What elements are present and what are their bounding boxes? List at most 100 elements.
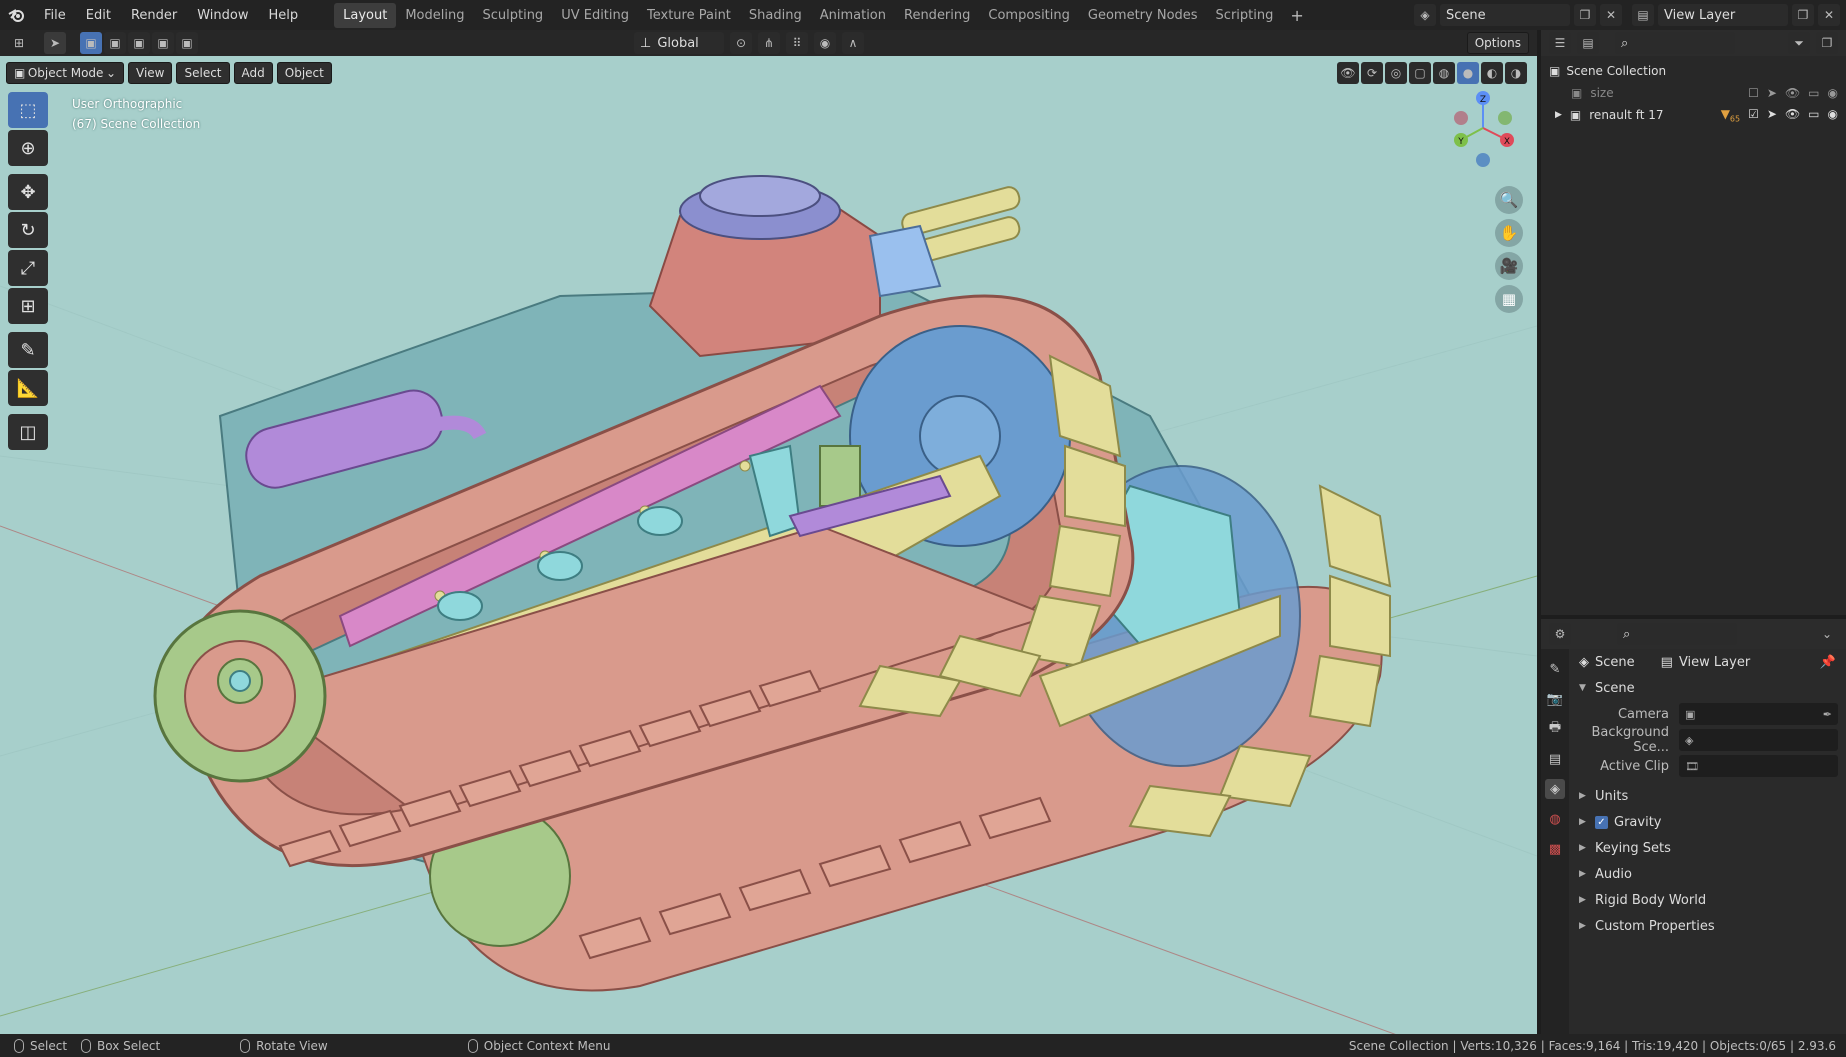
delete-view-layer-icon[interactable]: ✕ [1818,4,1840,26]
active-clip-field[interactable]: 🎞 [1679,755,1838,777]
editor-type-icon[interactable]: ⊞ [8,32,30,54]
blender-logo-icon[interactable] [0,0,34,30]
monitor-icon[interactable]: ▭ [1808,107,1819,123]
properties-search-input[interactable]: ⌕ [1617,623,1737,645]
proportional-edit-icon[interactable]: ◉ [814,32,836,54]
add-menu[interactable]: Add [233,62,273,84]
eye-icon[interactable]: 👁 [1785,107,1800,123]
delete-scene-icon[interactable]: ✕ [1600,4,1622,26]
new-collection-icon[interactable]: ❐ [1816,32,1838,54]
tab-geometry-nodes[interactable]: Geometry Nodes [1079,3,1207,28]
gravity-checkbox[interactable]: ✓ [1595,815,1608,829]
scene-tab-icon[interactable]: ◈ [1545,779,1565,799]
rotate-tool-icon[interactable]: ↻ [8,212,48,248]
outliner-row-size[interactable]: ▣ size ☐ ➤ 👁 ▭ ◉ [1541,82,1846,104]
texture-tab-icon[interactable]: ▩ [1545,839,1565,859]
camera-view-icon[interactable]: 🎥 [1495,252,1523,280]
selection-new-icon[interactable]: ▣ [80,32,102,54]
snap-icon[interactable]: ⋔ [758,32,780,54]
transform-tool-icon[interactable]: ⊞ [8,288,48,324]
camera-icon[interactable]: ◉ [1828,107,1838,123]
gizmo-toggle-icon[interactable]: ⟳ [1361,62,1383,84]
eye-icon[interactable]: 👁 [1785,86,1800,100]
tab-layout[interactable]: Layout [334,2,397,28]
tool-tab-icon[interactable]: ✎ [1545,659,1565,679]
measure-tool-icon[interactable]: 📐 [8,370,48,406]
navigation-gizmo[interactable]: Z X Y [1443,88,1523,168]
view-layer-field[interactable]: View Layer [1658,4,1788,26]
tab-sculpting[interactable]: Sculpting [473,3,552,28]
rendered-shading-icon[interactable]: ◑ [1505,62,1527,84]
visibility-icon[interactable]: 👁 [1337,62,1359,84]
custom-properties-section[interactable]: ▶ Custom Properties [1569,913,1846,939]
output-tab-icon[interactable]: 🖶 [1545,719,1565,739]
exclude-checkbox-icon[interactable]: ☑ [1748,107,1759,123]
overlay-toggle-icon[interactable]: ◎ [1385,62,1407,84]
selectable-icon[interactable]: ➤ [1767,86,1777,100]
tab-animation[interactable]: Animation [811,3,895,28]
keying-sets-section[interactable]: ▶ Keying Sets [1569,835,1846,861]
tab-shading[interactable]: Shading [740,3,811,28]
wireframe-shading-icon[interactable]: ◍ [1433,62,1455,84]
rigid-body-world-section[interactable]: ▶ Rigid Body World [1569,887,1846,913]
outliner-row-scene-collection[interactable]: ▣ Scene Collection [1541,60,1846,82]
chevron-down-icon[interactable]: ⌄ [1816,623,1838,645]
tab-uv-editing[interactable]: UV Editing [552,3,638,28]
scene-icon[interactable]: ◈ [1414,4,1436,26]
new-scene-icon[interactable]: ❐ [1574,4,1596,26]
world-tab-icon[interactable]: ◍ [1545,809,1565,829]
outliner-row-renault[interactable]: ▶ ▣ renault ft 17 ▼65 ☑ ➤ 👁 ▭ ◉ [1541,104,1846,126]
menu-window[interactable]: Window [187,8,258,23]
zoom-icon[interactable]: 🔍 [1495,186,1523,214]
menu-file[interactable]: File [34,8,76,23]
display-mode-icon[interactable]: ▤ [1577,32,1599,54]
view-layer-icon[interactable]: ▤ [1632,4,1654,26]
select-menu[interactable]: Select [176,62,230,84]
outliner-search-input[interactable]: ⌕ [1615,32,1735,54]
selectable-icon[interactable]: ➤ [1767,107,1777,123]
move-tool-icon[interactable]: ✥ [8,174,48,210]
mode-dropdown[interactable]: ▣ Object Mode ⌄ [6,62,124,84]
selection-extend-icon[interactable]: ▣ [104,32,126,54]
scale-tool-icon[interactable]: ⤢ [8,250,48,286]
scene-section-header[interactable]: ▼ Scene [1569,675,1846,701]
tab-rendering[interactable]: Rendering [895,3,979,28]
menu-render[interactable]: Render [121,8,187,23]
tab-modeling[interactable]: Modeling [396,3,473,28]
filter-icon[interactable]: ⏷ [1788,32,1810,54]
tab-texture-paint[interactable]: Texture Paint [638,3,740,28]
add-cube-tool-icon[interactable]: ◫ [8,414,48,450]
outliner-editor-icon[interactable]: ☰ [1549,32,1571,54]
snap-grid-icon[interactable]: ⠿ [786,32,808,54]
selection-intersect-icon[interactable]: ▣ [176,32,198,54]
pivot-icon[interactable]: ⊙ [730,32,752,54]
render-tab-icon[interactable]: 📷 [1545,689,1565,709]
options-dropdown[interactable]: Options [1466,32,1529,54]
camera-field[interactable]: ▣ ✒ [1679,703,1838,725]
material-shading-icon[interactable]: ◐ [1481,62,1503,84]
monitor-icon[interactable]: ▭ [1808,86,1819,100]
expand-arrow-icon[interactable]: ▶ [1555,110,1562,120]
pan-hand-icon[interactable]: ✋ [1495,219,1523,247]
units-section[interactable]: ▶ Units [1569,783,1846,809]
menu-help[interactable]: Help [259,8,309,23]
solid-shading-icon[interactable]: ● [1457,62,1479,84]
selection-subtract-icon[interactable]: ▣ [128,32,150,54]
select-box-tool-icon[interactable]: ⬚ [8,92,48,128]
eyedropper-icon[interactable]: ✒ [1823,708,1832,721]
menu-edit[interactable]: Edit [76,8,121,23]
pin-icon[interactable]: 📌 [1820,655,1836,670]
ortho-grid-icon[interactable]: ▦ [1495,285,1523,313]
new-view-layer-icon[interactable]: ❐ [1792,4,1814,26]
view-layer-tab-icon[interactable]: ▤ [1545,749,1565,769]
3d-viewport[interactable]: ▣ Object Mode ⌄ View Select Add Object U… [0,56,1537,1034]
properties-editor-icon[interactable]: ⚙ [1549,623,1571,645]
tab-scripting[interactable]: Scripting [1207,3,1283,28]
view-menu[interactable]: View [128,62,173,84]
xray-toggle-icon[interactable]: ▢ [1409,62,1431,84]
cursor-tool-icon[interactable]: ⊕ [8,130,48,166]
camera-icon[interactable]: ◉ [1828,86,1838,100]
orientation-dropdown[interactable]: ⊥ Global [634,32,724,54]
exclude-checkbox-icon[interactable]: ☐ [1748,86,1759,100]
audio-section[interactable]: ▶ Audio [1569,861,1846,887]
